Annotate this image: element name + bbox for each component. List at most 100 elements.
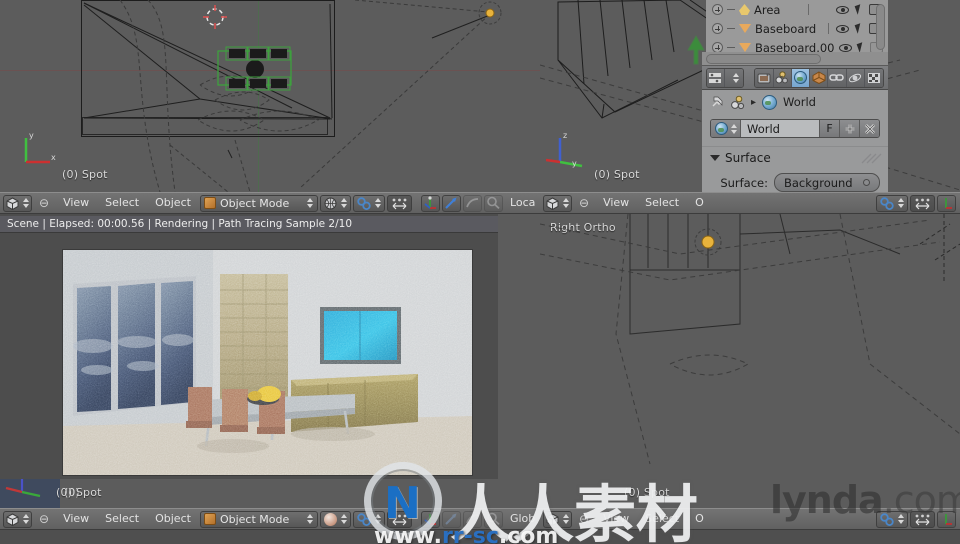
render-image-border [62, 249, 473, 476]
outliner-row[interactable]: Area [706, 0, 888, 19]
tree-line [727, 9, 735, 10]
expand-toggle-icon[interactable] [712, 23, 723, 34]
outliner-item-label[interactable]: Area [754, 3, 780, 17]
menu-view[interactable]: View [595, 192, 637, 214]
menu-view[interactable]: View [55, 508, 97, 530]
menu-select[interactable]: Select [97, 192, 147, 214]
properties-editor-icon[interactable] [707, 68, 726, 87]
editor-type-selector[interactable] [706, 67, 745, 88]
editor-type-button[interactable] [543, 510, 572, 528]
tab-object[interactable] [810, 68, 829, 87]
tab-constraints[interactable] [828, 68, 847, 87]
tree-line [727, 28, 735, 29]
tab-scene[interactable] [773, 68, 792, 87]
solid-shading-icon [324, 197, 337, 209]
rotate-manipulator-button[interactable] [441, 194, 461, 212]
menu-object[interactable]: Object [147, 508, 199, 530]
header-top-right-viewport[interactable]: ⊖ View Select O [540, 192, 960, 214]
transform-orientation-label[interactable]: Loca [504, 192, 537, 214]
outliner-item-label[interactable]: Baseboard [755, 22, 816, 36]
viewport-bottom-left[interactable]: (0) Scene | Elapsed: 00:00.56 | Renderin… [0, 214, 540, 508]
editor-type-button[interactable] [3, 194, 32, 212]
browse-world-button[interactable] [711, 120, 741, 137]
fake-user-button[interactable]: F [819, 120, 839, 137]
menu-view[interactable]: View [55, 192, 97, 214]
3d-view-icon [6, 512, 19, 526]
header-bottom-viewport[interactable]: ⊖ View Select Object Object Mode Glob [0, 508, 540, 530]
menu-object[interactable]: Object [147, 192, 199, 214]
translate-manipulator-button[interactable] [420, 510, 440, 528]
snap-toggle-button[interactable] [910, 194, 935, 212]
properties-context-tabs[interactable] [754, 67, 884, 88]
scale-manipulator-button[interactable] [462, 194, 482, 212]
editor-type-button[interactable] [543, 194, 572, 212]
header-top-viewport[interactable]: ⊖ View Select Object Object Mode Loca [0, 192, 540, 214]
surface-shader-dropdown[interactable]: Background [774, 173, 880, 192]
magnifier-button[interactable] [483, 194, 503, 212]
pivot-point-dropdown[interactable] [352, 194, 385, 212]
snap-toggle-button[interactable] [386, 510, 412, 528]
unlink-world-button[interactable] [859, 120, 879, 137]
tab-texture[interactable] [864, 68, 883, 87]
properties-breadcrumb: ▸ World [702, 90, 888, 114]
outliner-scroll-thumb[interactable] [706, 54, 821, 64]
lamp-icon [739, 4, 750, 15]
viewport-top-left-label: (0) Spot [62, 168, 108, 181]
interaction-mode-dropdown[interactable]: Object Mode [199, 194, 318, 212]
menu-object[interactable]: O [687, 508, 712, 530]
menu-select[interactable]: Select [97, 508, 147, 530]
panel-header-surface[interactable]: Surface [702, 146, 888, 168]
viewport-shading-dropdown[interactable] [319, 194, 351, 212]
tab-physics[interactable] [846, 68, 865, 87]
collapse-menu-icon[interactable]: ⊖ [573, 196, 595, 210]
translate-manipulator-button[interactable] [420, 194, 440, 212]
viewport-right-middle[interactable]: Right Ortho (0) Spot [540, 214, 960, 508]
viewport-top-left[interactable]: y x (0) Spot [0, 0, 540, 192]
editor-type-dropdown-arrows[interactable] [725, 68, 744, 87]
viewport-shading-dropdown[interactable] [319, 510, 351, 528]
menu-select[interactable]: Select [637, 192, 687, 214]
visibility-eye-icon[interactable] [838, 43, 852, 52]
renderability-icon[interactable] [816, 4, 829, 15]
selectability-cursor-icon[interactable] [854, 4, 864, 15]
transform-orientation-label[interactable]: Glob [504, 508, 537, 530]
selectability-cursor-icon[interactable] [854, 23, 864, 34]
collapse-menu-icon[interactable]: ⊖ [573, 512, 595, 526]
pin-icon[interactable] [710, 95, 724, 109]
collapse-menu-icon[interactable]: ⊖ [33, 512, 55, 526]
visibility-eye-icon[interactable] [836, 5, 849, 14]
surface-type-row[interactable]: Surface: Background [702, 171, 888, 194]
pivot-point-dropdown[interactable] [876, 194, 908, 212]
menu-view[interactable]: View [595, 508, 637, 530]
blender-window: y x (0) Spot z y (0) Spot Area Baseboard… [0, 0, 960, 544]
pivot-icon [357, 196, 371, 210]
world-name-field[interactable]: World [741, 120, 819, 137]
interaction-mode-dropdown[interactable]: Object Mode [199, 510, 318, 528]
rotate-manipulator-button[interactable] [441, 510, 461, 528]
outliner-row[interactable]: Baseboard [706, 19, 888, 38]
properties-tab-row[interactable] [702, 66, 888, 90]
magnifier-button[interactable] [483, 510, 503, 528]
world-globe-icon [793, 71, 807, 84]
scale-manipulator-button[interactable] [462, 510, 482, 528]
panel-grip-icon [861, 153, 882, 164]
pivot-point-dropdown[interactable] [352, 510, 385, 528]
tab-render[interactable] [755, 68, 774, 87]
outliner-vertical-scrollbar[interactable] [876, 4, 885, 50]
world-datablock-row[interactable]: World F [702, 114, 888, 142]
collapse-menu-icon[interactable]: ⊖ [33, 196, 55, 210]
render-result-pane[interactable]: Scene | Elapsed: 00:00.56 | Rendering | … [0, 214, 498, 479]
translate-manipulator-icon [424, 514, 436, 525]
visibility-eye-icon[interactable] [836, 24, 849, 33]
menu-select[interactable]: Select [637, 508, 687, 530]
expand-toggle-icon[interactable] [712, 4, 723, 15]
menu-object[interactable]: O [687, 192, 712, 214]
scene-icon[interactable] [730, 95, 745, 110]
editor-type-button[interactable] [3, 510, 32, 528]
scale-manipulator-icon [466, 198, 478, 208]
tab-world[interactable] [791, 68, 811, 87]
new-world-button[interactable] [839, 120, 859, 137]
snap-toggle-button[interactable] [386, 194, 412, 212]
translate-manipulator-button[interactable] [937, 194, 956, 212]
surface-label: Surface: [720, 175, 768, 190]
